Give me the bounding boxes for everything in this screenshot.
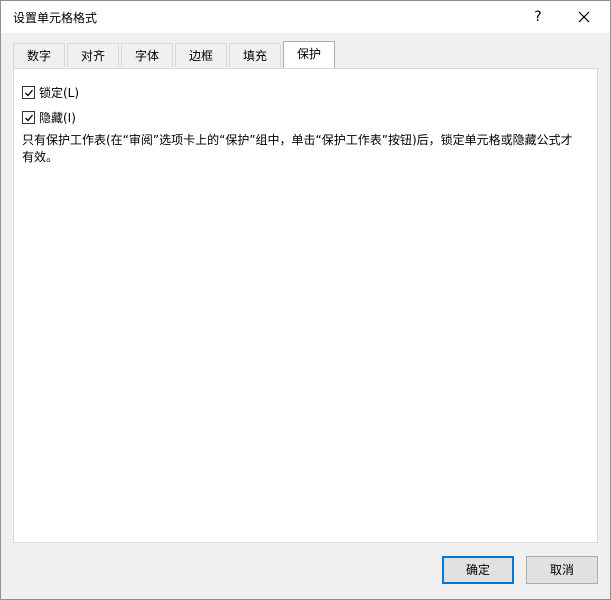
tab-font[interactable]: 字体 bbox=[121, 43, 173, 67]
tab-fill[interactable]: 填充 bbox=[229, 43, 281, 67]
close-button[interactable] bbox=[562, 1, 606, 33]
locked-option[interactable]: 锁定(L) bbox=[22, 84, 79, 101]
help-button[interactable]: ? bbox=[516, 1, 560, 33]
close-icon bbox=[578, 11, 590, 23]
hidden-option[interactable]: 隐藏(I) bbox=[22, 109, 76, 126]
locked-label: 锁定(L) bbox=[39, 86, 80, 100]
tab-number[interactable]: 数字 bbox=[13, 43, 65, 67]
format-cells-dialog: 设置单元格格式 ? 数字 对齐 字体 边框 填充 保护 锁定(L) 隐藏(I) … bbox=[0, 0, 611, 600]
hidden-label: 隐藏(I) bbox=[39, 111, 76, 125]
protection-panel: 锁定(L) 隐藏(I) 只有保护工作表(在“审阅”选项卡上的“保护”组中，单击“… bbox=[13, 68, 598, 543]
cancel-button[interactable]: 取消 bbox=[526, 556, 598, 584]
tab-alignment[interactable]: 对齐 bbox=[67, 43, 119, 67]
tab-border[interactable]: 边框 bbox=[175, 43, 227, 67]
tab-protection[interactable]: 保护 bbox=[283, 41, 335, 68]
dialog-title: 设置单元格格式 bbox=[13, 11, 98, 25]
checkmark-icon bbox=[24, 89, 33, 96]
tab-strip: 数字 对齐 字体 边框 填充 保护 bbox=[13, 41, 337, 69]
ok-button[interactable]: 确定 bbox=[442, 556, 514, 584]
checkmark-icon bbox=[24, 114, 33, 121]
hidden-checkbox[interactable] bbox=[22, 111, 35, 124]
title-bar: 设置单元格格式 ? bbox=[1, 1, 610, 33]
locked-checkbox[interactable] bbox=[22, 86, 35, 99]
protection-description: 只有保护工作表(在“审阅”选项卡上的“保护”组中，单击“保护工作表”按钮)后，锁… bbox=[22, 133, 573, 164]
